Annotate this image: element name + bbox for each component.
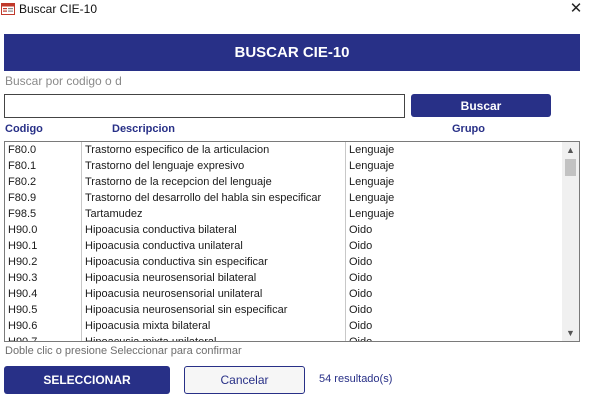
table-row[interactable]: H90.2 Hipoacusia conductiva sin especific… (5, 254, 562, 270)
cell-description: Trastorno del lenguaje expresivo (82, 158, 346, 174)
cell-description: Hipoacusia mixta bilateral (82, 318, 346, 334)
column-header-description[interactable]: Descripcion (112, 123, 175, 135)
header-banner: BUSCAR CIE-10 (4, 34, 580, 71)
table-row[interactable]: H90.3 Hipoacusia neurosensorial bilateral… (5, 270, 562, 286)
table-row[interactable]: H90.7 Hipoacusia mixta unilateral Oido (5, 334, 562, 342)
cell-code: F98.5 (5, 206, 82, 222)
cell-group: Oido (349, 336, 373, 342)
cell-code: H90.1 (5, 238, 82, 254)
cell-code: H90.5 (5, 302, 82, 318)
table-row[interactable]: F80.0 Trastorno especifico de la articula… (5, 142, 562, 158)
cell-code: F80.1 (5, 158, 82, 174)
table-row[interactable]: F80.1 Trastorno del lenguaje expresivo Len… (5, 158, 562, 174)
cell-code: H90.3 (5, 270, 82, 286)
cell-description: Hipoacusia conductiva bilateral (82, 222, 346, 238)
cell-group: Oido (349, 320, 373, 332)
cell-description: Trastorno de la recepcion del lenguaje (82, 174, 346, 190)
cell-description: Trastorno especifico de la articulacion (82, 142, 346, 158)
cell-description: Hipoacusia mixta unilateral (82, 334, 346, 341)
cell-group: Oido (349, 304, 373, 316)
close-icon[interactable]: ✕ (566, 0, 586, 18)
vertical-scrollbar[interactable]: ▲ ▼ (562, 142, 579, 341)
confirm-hint: Doble clic o presione Seleccionar para c… (5, 345, 242, 357)
cell-description: Hipoacusia conductiva unilateral (82, 238, 346, 254)
cell-code: F80.9 (5, 190, 82, 206)
cell-group: Lenguaje (349, 208, 395, 220)
search-button[interactable]: Buscar (411, 94, 551, 117)
buscar-cie10-window: Buscar CIE-10 ✕ BUSCAR CIE-10 Buscar por… (0, 0, 591, 413)
cell-code: H90.4 (5, 286, 82, 302)
cancel-button[interactable]: Cancelar (184, 366, 305, 394)
search-hint-label: Buscar por codigo o d (5, 74, 122, 88)
chevron-up-icon[interactable]: ▲ (562, 142, 579, 158)
cell-description: Hipoacusia conductiva sin especificar (82, 254, 346, 270)
table-row[interactable]: F80.9 Trastorno del desarrollo del habla … (5, 190, 562, 206)
cell-group: Lenguaje (349, 160, 395, 172)
table-row[interactable]: H90.0 Hipoacusia conductiva bilateral Oido (5, 222, 562, 238)
results-rows: F80.0 Trastorno especifico de la articula… (5, 142, 562, 342)
cell-code: H90.7 (5, 334, 82, 341)
cell-code: F80.0 (5, 142, 82, 158)
cell-description: Hipoacusia neurosensorial sin especifica… (82, 302, 346, 318)
table-row[interactable]: H90.4 Hipoacusia neurosensorial unilatera… (5, 286, 562, 302)
results-grid[interactable]: F80.0 Trastorno especifico de la articula… (4, 141, 580, 342)
results-count: 54 resultado(s) (319, 373, 393, 385)
column-header-code[interactable]: Codigo (5, 123, 43, 135)
cell-code: H90.6 (5, 318, 82, 334)
cell-group: Oido (349, 256, 373, 268)
scrollbar-thumb[interactable] (565, 159, 576, 176)
table-row[interactable]: F80.2 Trastorno de la recepcion del lengu… (5, 174, 562, 190)
page-title: BUSCAR CIE-10 (234, 44, 350, 61)
select-button[interactable]: SELECCIONAR (4, 366, 170, 394)
cell-group: Oido (349, 224, 373, 236)
cell-code: F80.2 (5, 174, 82, 190)
cell-description: Trastorno del desarrollo del habla sin e… (82, 190, 346, 206)
cell-description: Tartamudez (82, 206, 346, 222)
table-row[interactable]: H90.6 Hipoacusia mixta bilateral Oido (5, 318, 562, 334)
window-title: Buscar CIE-10 (19, 2, 98, 16)
cell-code: H90.2 (5, 254, 82, 270)
cell-description: Hipoacusia neurosensorial unilateral (82, 286, 346, 302)
search-input[interactable] (4, 94, 405, 118)
cell-description: Hipoacusia neurosensorial bilateral (82, 270, 346, 286)
column-header-group[interactable]: Grupo (452, 123, 485, 135)
cell-group: Oido (349, 288, 373, 300)
cell-group: Oido (349, 240, 373, 252)
cell-group: Oido (349, 272, 373, 284)
cell-group: Lenguaje (349, 192, 395, 204)
form-window-icon (1, 2, 15, 15)
table-row[interactable]: H90.1 Hipoacusia conductiva unilateral Oid… (5, 238, 562, 254)
cell-group: Lenguaje (349, 144, 395, 156)
table-row[interactable]: H90.5 Hipoacusia neurosensorial sin espec… (5, 302, 562, 318)
table-row[interactable]: F98.5 Tartamudez Lenguaje (5, 206, 562, 222)
chevron-down-icon[interactable]: ▼ (562, 325, 579, 341)
title-bar: Buscar CIE-10 ✕ (0, 0, 591, 22)
cell-code: H90.0 (5, 222, 82, 238)
cell-group: Lenguaje (349, 176, 395, 188)
